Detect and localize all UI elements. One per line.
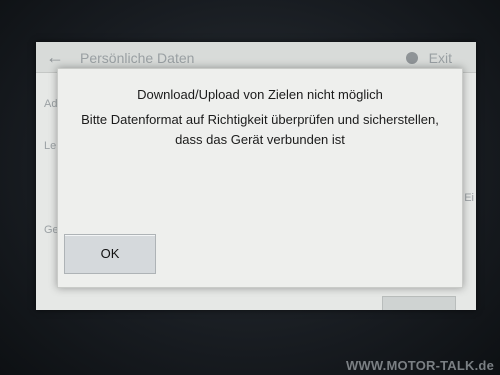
dialog-message-line-1: Bitte Datenformat auf Richtigkeit überpr… — [81, 112, 439, 127]
dialog-title: Download/Upload von Zielen nicht möglich — [137, 87, 383, 102]
dialog-message-line-2: dass das Gerät verbunden ist — [175, 132, 345, 147]
page-title: Persönliche Daten — [80, 50, 195, 66]
display-screen: ← Persönliche Daten Exit Ad Le Ge Ei Dow… — [36, 42, 476, 310]
menu-item-right[interactable]: Ei — [464, 192, 474, 204]
watermark: WWW.MOTOR-TALK.de — [345, 358, 494, 373]
error-dialog: Download/Upload von Zielen nicht möglich… — [57, 68, 463, 288]
menu-item-le[interactable]: Le — [44, 140, 56, 152]
exit-button[interactable]: Exit — [406, 49, 452, 66]
ok-button[interactable]: OK — [64, 234, 156, 274]
exit-label: Exit — [428, 49, 452, 66]
exit-icon — [406, 51, 419, 64]
menu-item-address[interactable]: Ad — [44, 98, 57, 110]
scroll-up-button[interactable] — [382, 296, 456, 310]
back-arrow-icon[interactable]: ← — [46, 48, 68, 66]
